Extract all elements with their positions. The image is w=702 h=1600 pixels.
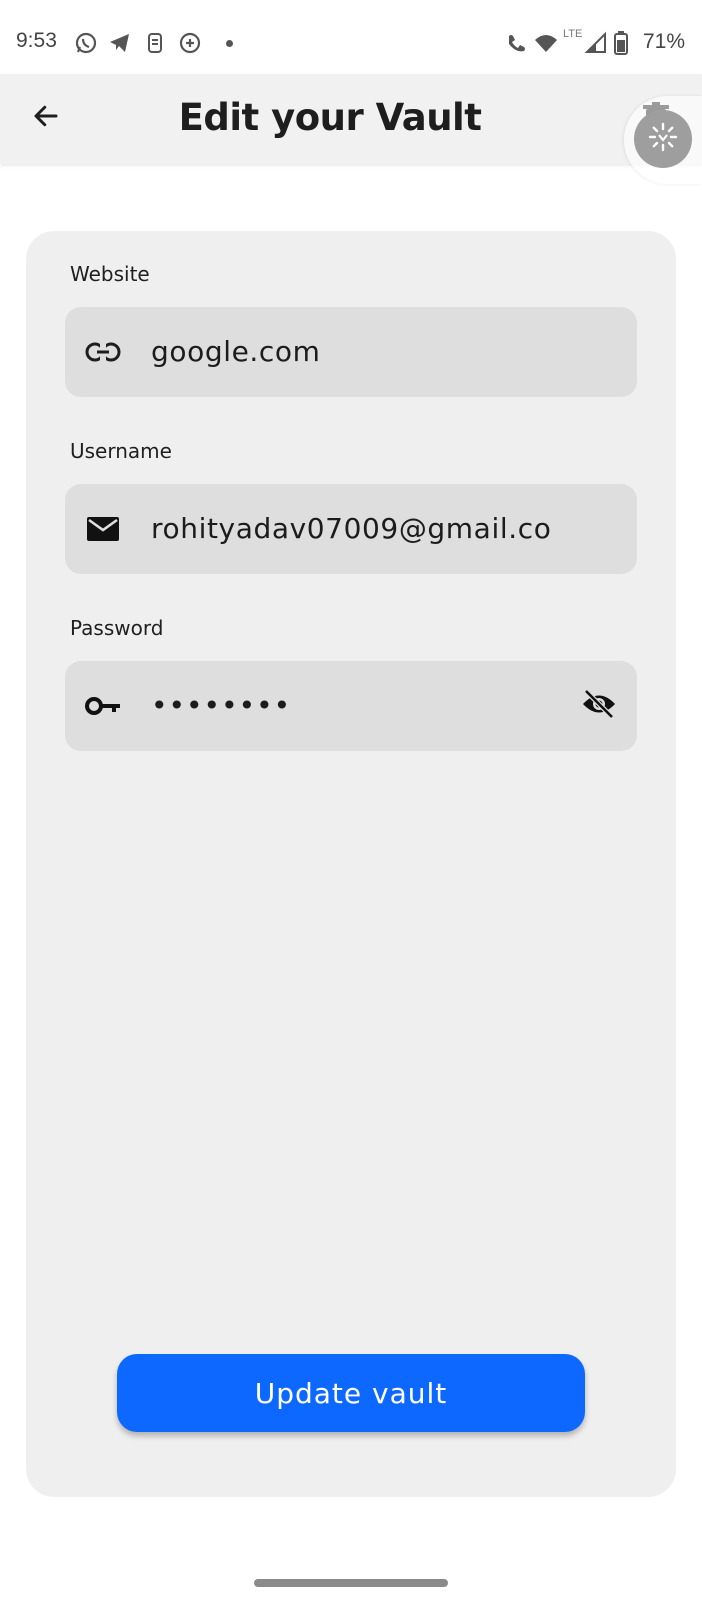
- page-title: Edit your Vault: [178, 96, 482, 139]
- username-field[interactable]: rohityadav07009@gmail.com: [65, 484, 637, 574]
- status-bar: 9:53 LTE 71%: [0, 0, 702, 74]
- status-more-dot: [226, 40, 233, 47]
- toggle-password-visibility[interactable]: [579, 688, 619, 724]
- mail-icon: [85, 513, 121, 545]
- battery-icon: [614, 31, 628, 55]
- home-indicator[interactable]: [254, 1579, 448, 1587]
- wifi-calling-icon: [505, 31, 529, 55]
- notification-icon: [143, 31, 167, 55]
- delete-button[interactable]: [634, 110, 692, 168]
- username-value: rohityadav07009@gmail.com: [151, 512, 551, 545]
- password-field[interactable]: ••••••••: [65, 661, 637, 751]
- loading-spinner-icon: [647, 121, 679, 157]
- website-label: Website: [70, 262, 150, 286]
- update-vault-button[interactable]: Update vault: [117, 1354, 585, 1432]
- status-time: 9:53: [16, 29, 57, 52]
- whatsapp-icon: [74, 31, 98, 55]
- key-icon: [85, 690, 121, 722]
- game-controller-icon: [178, 31, 202, 55]
- website-value: google.com: [151, 335, 321, 368]
- network-type: LTE: [563, 28, 583, 40]
- wifi-icon: [534, 31, 558, 55]
- battery-level: 71%: [643, 30, 686, 53]
- username-label: Username: [70, 439, 172, 463]
- cell-signal-icon: [584, 31, 608, 55]
- vault-form-card: Website google.com Username rohityadav07…: [26, 231, 676, 1497]
- link-icon: [85, 336, 121, 368]
- password-value: ••••••••: [151, 689, 292, 722]
- app-bar: Edit your Vault: [0, 74, 702, 164]
- password-label: Password: [70, 616, 164, 640]
- website-field[interactable]: google.com: [65, 307, 637, 397]
- eye-off-icon: [581, 689, 617, 723]
- telegram-icon: [108, 31, 132, 55]
